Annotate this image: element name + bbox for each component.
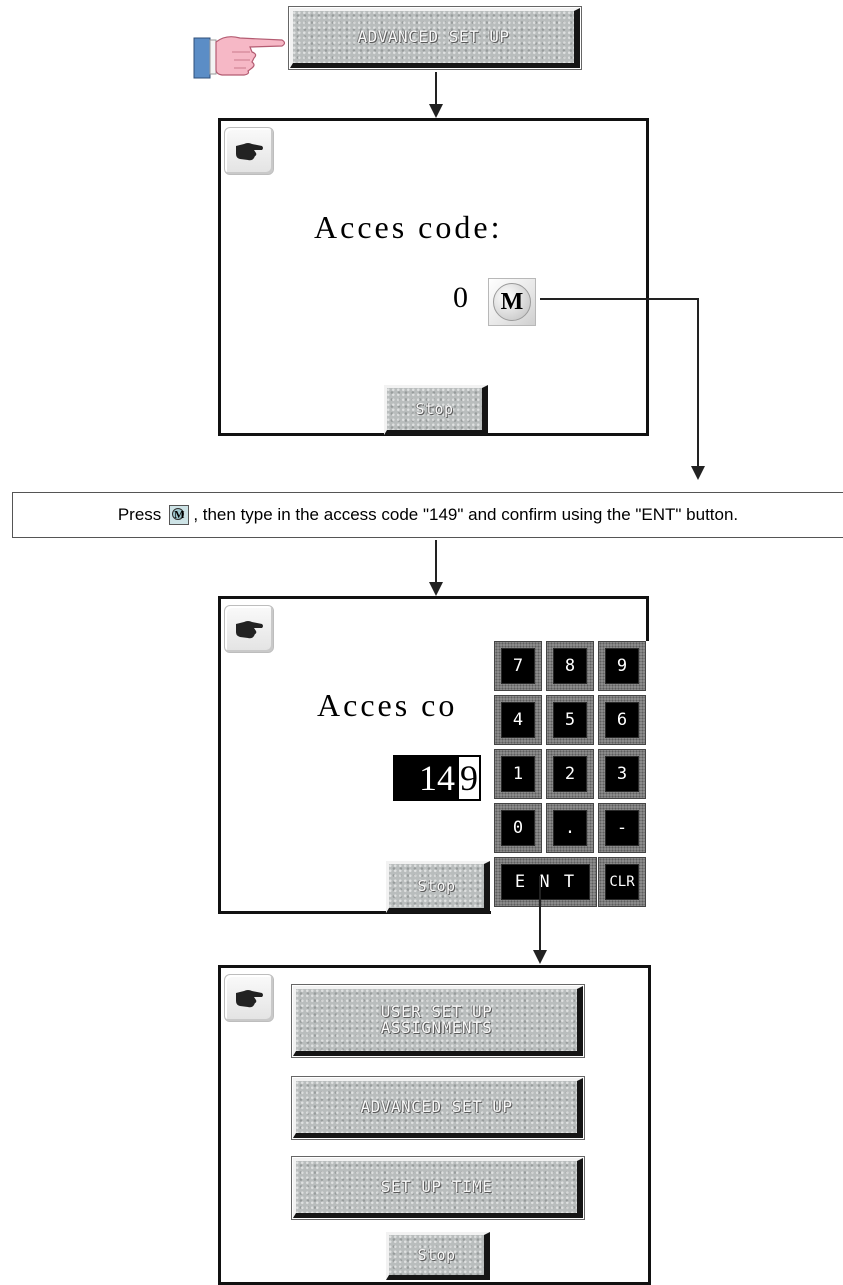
stop-button[interactable]: Stop <box>386 861 490 913</box>
arrow-down <box>429 104 443 118</box>
key-0[interactable]: 0 <box>494 803 542 853</box>
access-code-label: Acces co <box>317 687 458 723</box>
instruction-text-start: Press <box>117 505 162 524</box>
stop-label: Stop <box>417 877 456 895</box>
m-button[interactable]: M <box>488 278 536 326</box>
key-6[interactable]: 6 <box>598 695 646 745</box>
access-code-entry-field[interactable]: 14 9 <box>393 755 481 801</box>
back-hand-button[interactable] <box>224 974 274 1022</box>
stop-label: Stop <box>415 400 454 418</box>
connector-line <box>539 876 541 952</box>
connector-line <box>697 298 699 468</box>
pointing-hand-icon <box>192 28 288 80</box>
entry-cursor-digit: 9 <box>457 755 481 801</box>
instruction-text-end: , then type in the access code "149" and… <box>193 505 739 524</box>
setup-time-label: SET UP TIME <box>380 1177 493 1196</box>
key-decimal[interactable]: . <box>546 803 594 853</box>
key-2[interactable]: 2 <box>546 749 594 799</box>
key-minus[interactable]: - <box>598 803 646 853</box>
enter-key[interactable]: E N T <box>494 857 597 907</box>
key-8[interactable]: 8 <box>546 641 594 691</box>
arrow-down <box>533 950 547 964</box>
m-key-icon: M <box>169 505 190 525</box>
setup-time-button[interactable]: SET UP TIME <box>291 1156 585 1220</box>
user-setup-assignments-button[interactable]: USER SET UP ASSIGNMENTS <box>291 984 585 1058</box>
instruction-box: Press M , then type in the access code "… <box>12 492 843 538</box>
entry-digits: 14 <box>393 755 457 801</box>
connector-line <box>540 298 699 300</box>
back-hand-icon <box>236 990 263 1008</box>
back-hand-icon <box>236 143 263 161</box>
arrow-down <box>429 582 443 596</box>
stop-button[interactable]: Stop <box>384 385 488 435</box>
advanced-setup-label: ADVANCED SET UP <box>360 1097 513 1116</box>
key-1[interactable]: 1 <box>494 749 542 799</box>
access-code-screen: Acces code: 0 M Stop <box>218 118 649 436</box>
user-setup-label-line2: ASSIGNMENTS <box>380 1018 493 1037</box>
back-hand-button[interactable] <box>224 605 274 653</box>
key-3[interactable]: 3 <box>598 749 646 799</box>
connector-line <box>435 540 437 584</box>
advanced-setup-button[interactable]: ADVANCED SET UP <box>288 6 582 70</box>
setup-menu-screen: USER SET UP ASSIGNMENTS ADVANCED SET UP … <box>218 965 651 1285</box>
access-code-label: Acces code: <box>314 209 503 245</box>
connector-line <box>435 72 437 106</box>
back-hand-icon <box>236 621 263 639</box>
numeric-keypad: 7 8 9 4 5 6 1 2 3 0 . - E N T CLR <box>491 641 649 917</box>
back-hand-button[interactable] <box>224 127 274 175</box>
arrow-down <box>691 466 705 480</box>
key-7[interactable]: 7 <box>494 641 542 691</box>
key-9[interactable]: 9 <box>598 641 646 691</box>
keypad-entry-screen: Acces co 14 9 Stop 7 8 9 4 5 6 1 2 3 0 .… <box>218 596 649 917</box>
stop-label: Stop <box>417 1246 456 1264</box>
key-4[interactable]: 4 <box>494 695 542 745</box>
key-5[interactable]: 5 <box>546 695 594 745</box>
advanced-setup-label: ADVANCED SET UP <box>357 27 510 46</box>
advanced-setup-button[interactable]: ADVANCED SET UP <box>291 1076 585 1140</box>
stop-button[interactable]: Stop <box>386 1232 490 1280</box>
m-icon: M <box>493 283 531 321</box>
access-code-value: 0 <box>453 281 468 314</box>
clear-key[interactable]: CLR <box>598 857 646 907</box>
